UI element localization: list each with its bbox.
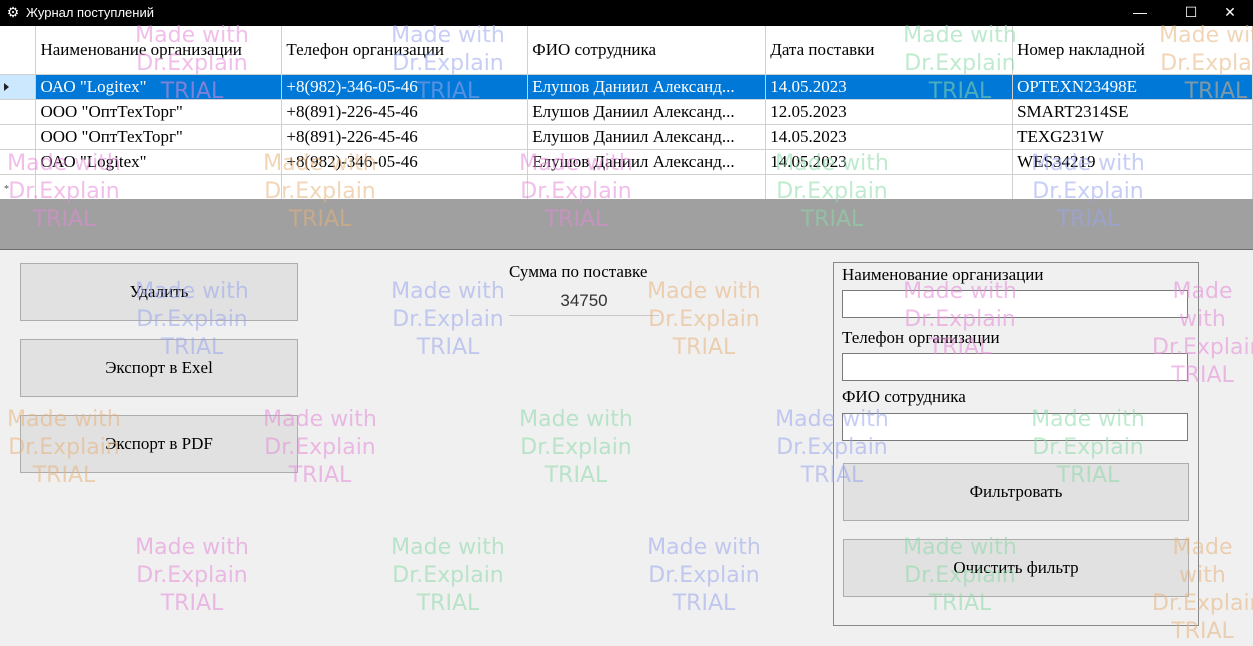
cell-date[interactable]: 14.05.2023 — [765, 149, 1014, 175]
close-button[interactable]: ✕ — [1207, 0, 1253, 26]
table-row[interactable]: ОАО "Logitex" +8(982)-346-05-46 Елушов Д… — [0, 149, 1253, 175]
filter-employee-input[interactable] — [842, 413, 1188, 441]
trial-watermark: Made withDr.ExplainTRIAL — [647, 535, 761, 616]
current-row-arrow-icon — [4, 83, 9, 91]
row-header[interactable] — [0, 149, 37, 175]
sum-label: Сумма по поставке — [509, 262, 648, 281]
trial-watermark: Made withDr.ExplainTRIAL — [391, 279, 505, 360]
column-header-employee[interactable]: ФИО сотрудника — [527, 26, 767, 75]
row-header[interactable] — [0, 99, 37, 125]
column-header-invoice[interactable]: Номер накладной — [1012, 26, 1253, 75]
gear-icon: ⚙ — [6, 4, 20, 20]
cell-employee[interactable]: Елушов Даниил Александ... — [527, 99, 767, 125]
table-row[interactable]: ООО "ОптТехТорг" +8(891)-226-45-46 Елушо… — [0, 124, 1253, 150]
cell-phone[interactable]: +8(982)-346-05-46 — [281, 74, 529, 100]
filter-phone-label: Телефон организации — [842, 328, 1000, 347]
table-row[interactable]: ООО "ОптТехТорг" +8(891)-226-45-46 Елушо… — [0, 99, 1253, 125]
new-row-marker: * — [4, 184, 9, 195]
grid-empty-area — [0, 199, 1253, 250]
apply-filter-button[interactable]: Фильтровать — [843, 463, 1189, 521]
row-header[interactable] — [0, 74, 37, 100]
trial-watermark: Made withDr.ExplainTRIAL — [391, 535, 505, 616]
filter-org-input[interactable] — [842, 290, 1188, 318]
cell-date[interactable]: 12.05.2023 — [765, 99, 1014, 125]
cell-invoice[interactable]: WES34219 — [1012, 149, 1253, 175]
table-row[interactable]: ОАО "Logitex" +8(982)-346-05-46 Елушов Д… — [0, 74, 1253, 100]
cell-invoice[interactable]: SMART2314SE — [1012, 99, 1253, 125]
cell-invoice[interactable]: TEXG231W — [1012, 124, 1253, 150]
export-excel-button[interactable]: Экспорт в Exel — [20, 339, 298, 397]
cell-phone[interactable]: +8(891)-226-45-46 — [281, 124, 529, 150]
delete-button[interactable]: Удалить — [20, 263, 298, 321]
row-header-corner — [0, 26, 37, 75]
cell-employee[interactable]: Елушов Даниил Александ... — [527, 149, 767, 175]
minimize-button[interactable]: — — [1117, 0, 1163, 26]
column-header-phone[interactable]: Телефон организации — [281, 26, 529, 75]
cell-phone[interactable]: +8(891)-226-45-46 — [281, 99, 529, 125]
cell-organization[interactable]: ООО "ОптТехТорг" — [35, 99, 283, 125]
column-header-organization[interactable]: Наименование организации — [35, 26, 283, 75]
header-row: Наименование организации Телефон организ… — [0, 26, 1253, 75]
cell-organization[interactable]: ОАО "Logitex" — [35, 74, 283, 100]
cell-organization[interactable]: ООО "ОптТехТорг" — [35, 124, 283, 150]
column-header-date[interactable]: Дата поставки — [765, 26, 1014, 75]
cell-invoice[interactable]: OPTEXN23498E — [1012, 74, 1253, 100]
trial-watermark: Made withDr.ExplainTRIAL — [647, 279, 761, 360]
window-title: Журнал поступлений — [26, 5, 154, 20]
cell-employee[interactable]: Елушов Даниил Александ... — [527, 74, 767, 100]
filter-org-label: Наименование организации — [842, 265, 1044, 284]
filter-employee-label: ФИО сотрудника — [842, 387, 966, 406]
trial-watermark: Made withDr.ExplainTRIAL — [519, 407, 633, 488]
clear-filter-button[interactable]: Очистить фильтр — [843, 539, 1189, 597]
cell-organization[interactable]: ОАО "Logitex" — [35, 149, 283, 175]
trial-watermark: Made withDr.ExplainTRIAL — [135, 535, 249, 616]
cell-employee[interactable]: Елушов Даниил Александ... — [527, 124, 767, 150]
cell-date[interactable]: 14.05.2023 — [765, 124, 1014, 150]
cell-phone[interactable]: +8(982)-346-05-46 — [281, 149, 529, 175]
export-pdf-button[interactable]: Экспорт в PDF — [20, 415, 298, 473]
deliveries-grid[interactable]: Наименование организации Телефон организ… — [0, 26, 1253, 203]
sum-value: 34750 — [509, 287, 659, 316]
deliveries-table: Наименование организации Телефон организ… — [0, 26, 1253, 203]
title-bar: ⚙ Журнал поступлений — ☐ ✕ — [0, 0, 1253, 26]
row-header[interactable] — [0, 124, 37, 150]
filter-phone-input[interactable] — [842, 353, 1188, 381]
cell-date[interactable]: 14.05.2023 — [765, 74, 1014, 100]
